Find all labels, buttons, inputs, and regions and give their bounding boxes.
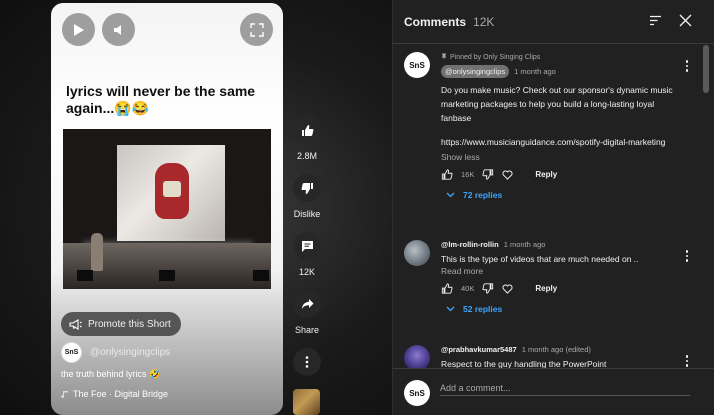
comments-header: Comments 12K xyxy=(393,0,714,44)
thumbs-down-outline-icon[interactable] xyxy=(482,283,494,294)
view-replies-button[interactable]: 72 replies xyxy=(441,190,673,200)
comment-avatar[interactable] xyxy=(404,240,430,266)
more-action[interactable] xyxy=(290,348,324,376)
comment-icon xyxy=(301,240,313,252)
user-avatar[interactable]: SnS xyxy=(404,380,430,406)
user-avatar-text: SnS xyxy=(409,388,425,398)
thumbs-up-outline-icon[interactable] xyxy=(441,283,453,294)
comment-text: This is the type of videos that are much… xyxy=(441,254,639,264)
comment-more-icon[interactable] xyxy=(680,58,694,72)
promote-label: Promote this Short xyxy=(88,318,171,330)
comment-link[interactable]: https://www.musicianguidance.com/spotify… xyxy=(441,135,673,149)
channel-name[interactable]: @onlysingingclips xyxy=(90,347,170,358)
close-icon[interactable] xyxy=(679,14,692,27)
play-button[interactable] xyxy=(62,13,95,46)
channel-info[interactable]: SnS @onlysingingclips xyxy=(61,342,170,363)
volume-icon xyxy=(113,24,121,35)
fullscreen-icon xyxy=(249,22,264,37)
pin-icon xyxy=(441,53,447,61)
heart-outline-icon[interactable] xyxy=(502,284,513,294)
ketchup-bottle-image xyxy=(155,163,189,219)
dislike-button[interactable] xyxy=(293,174,321,202)
chevron-down-icon xyxy=(446,306,455,312)
add-comment-input[interactable] xyxy=(440,380,690,396)
sound-thumbnail[interactable] xyxy=(293,389,320,415)
volume-button[interactable] xyxy=(102,13,135,46)
comment-more-icon[interactable] xyxy=(680,353,694,367)
thumbs-up-icon xyxy=(301,124,313,136)
share-label: Share xyxy=(294,325,320,335)
comment-time[interactable]: 1 month ago xyxy=(504,240,546,249)
comment-avatar[interactable] xyxy=(404,345,430,368)
stage-speaker xyxy=(159,270,175,281)
comment-more-icon[interactable] xyxy=(680,248,694,262)
comments-panel: Comments 12K SnS Pinned by Only Singing … xyxy=(392,0,714,415)
music-title: The Foe · Digital Bridge xyxy=(73,389,169,399)
comment-item: @lm-rollin-rollin 1 month ago This is th… xyxy=(404,240,694,336)
music-note-icon xyxy=(61,390,68,398)
share-arrow-icon xyxy=(301,299,313,309)
promote-short-button[interactable]: Promote this Short xyxy=(61,312,181,336)
read-more-toggle[interactable]: Read more xyxy=(441,266,673,276)
comment-item: SnS Pinned by Only Singing Clips @onlysi… xyxy=(404,52,694,232)
comments-action[interactable]: 12K xyxy=(290,232,324,277)
megaphone-icon xyxy=(69,318,82,330)
play-icon xyxy=(73,23,84,36)
music-link[interactable]: The Foe · Digital Bridge xyxy=(61,389,168,399)
like-action[interactable]: 2.8M xyxy=(290,116,324,161)
sort-icon[interactable] xyxy=(649,15,662,26)
comments-title: Comments xyxy=(404,14,467,29)
video-frame[interactable] xyxy=(63,129,271,289)
comment-author[interactable]: @lm-rollin-rollin xyxy=(441,240,499,249)
add-comment-bar: SnS xyxy=(393,368,714,415)
chevron-down-icon xyxy=(446,192,455,198)
view-replies-button[interactable]: 52 replies xyxy=(441,304,673,314)
heart-outline-icon[interactable] xyxy=(502,170,513,180)
comment-text: Respect to the guy handling the PowerPoi… xyxy=(441,359,607,368)
reply-button[interactable]: Reply xyxy=(535,170,557,179)
projector-screen xyxy=(117,145,225,241)
comment-actions: 40K Reply xyxy=(441,283,673,294)
short-title: lyrics will never be the same again...😭😂 xyxy=(66,83,256,116)
performer-figure xyxy=(91,233,103,271)
comment-text: Do you make music? Check out our sponsor… xyxy=(441,85,673,123)
thumbs-down-outline-icon[interactable] xyxy=(482,169,494,180)
comments-count: 12K xyxy=(298,267,315,277)
comment-like-count: 40K xyxy=(461,284,475,293)
dislike-action[interactable]: Dislike xyxy=(290,174,324,219)
more-vertical-icon xyxy=(305,356,309,368)
comment-time[interactable]: 1 month ago xyxy=(514,67,556,76)
pinned-label: Pinned by Only Singing Clips xyxy=(441,52,673,62)
thumbs-up-outline-icon[interactable] xyxy=(441,169,453,180)
channel-avatar[interactable]: SnS xyxy=(61,342,82,363)
like-count: 2.8M xyxy=(296,151,317,161)
comments-button[interactable] xyxy=(293,232,321,260)
like-button[interactable] xyxy=(293,116,321,144)
share-action[interactable]: Share xyxy=(290,290,324,335)
comments-scrollbar[interactable] xyxy=(703,45,709,93)
short-player[interactable]: lyrics will never be the same again...😭😂… xyxy=(51,3,283,415)
comments-count-header: 12K xyxy=(473,14,495,29)
show-less-toggle[interactable]: Show less xyxy=(441,152,673,162)
thumbs-down-icon xyxy=(301,182,313,194)
reply-button[interactable]: Reply xyxy=(535,284,557,293)
more-options-button[interactable] xyxy=(293,348,321,376)
short-caption: the truth behind lyrics 🤣 xyxy=(61,369,161,379)
comment-author[interactable]: @prabhavkumar5487 xyxy=(441,345,517,354)
comment-actions: 16K Reply xyxy=(441,169,673,180)
comment-avatar-text: SnS xyxy=(409,60,425,70)
comment-author[interactable]: @onlysingingclips xyxy=(441,65,510,78)
fullscreen-button[interactable] xyxy=(240,13,273,46)
stage-speaker xyxy=(77,270,93,281)
comment-avatar[interactable]: SnS xyxy=(404,52,430,78)
comment-item: @prabhavkumar5487 1 month ago (edited) R… xyxy=(404,345,694,368)
stage-speaker xyxy=(253,270,269,281)
comment-time[interactable]: 1 month ago (edited) xyxy=(522,345,591,354)
comment-like-count: 16K xyxy=(461,170,475,179)
dislike-label: Dislike xyxy=(293,209,321,219)
share-button[interactable] xyxy=(293,290,321,318)
